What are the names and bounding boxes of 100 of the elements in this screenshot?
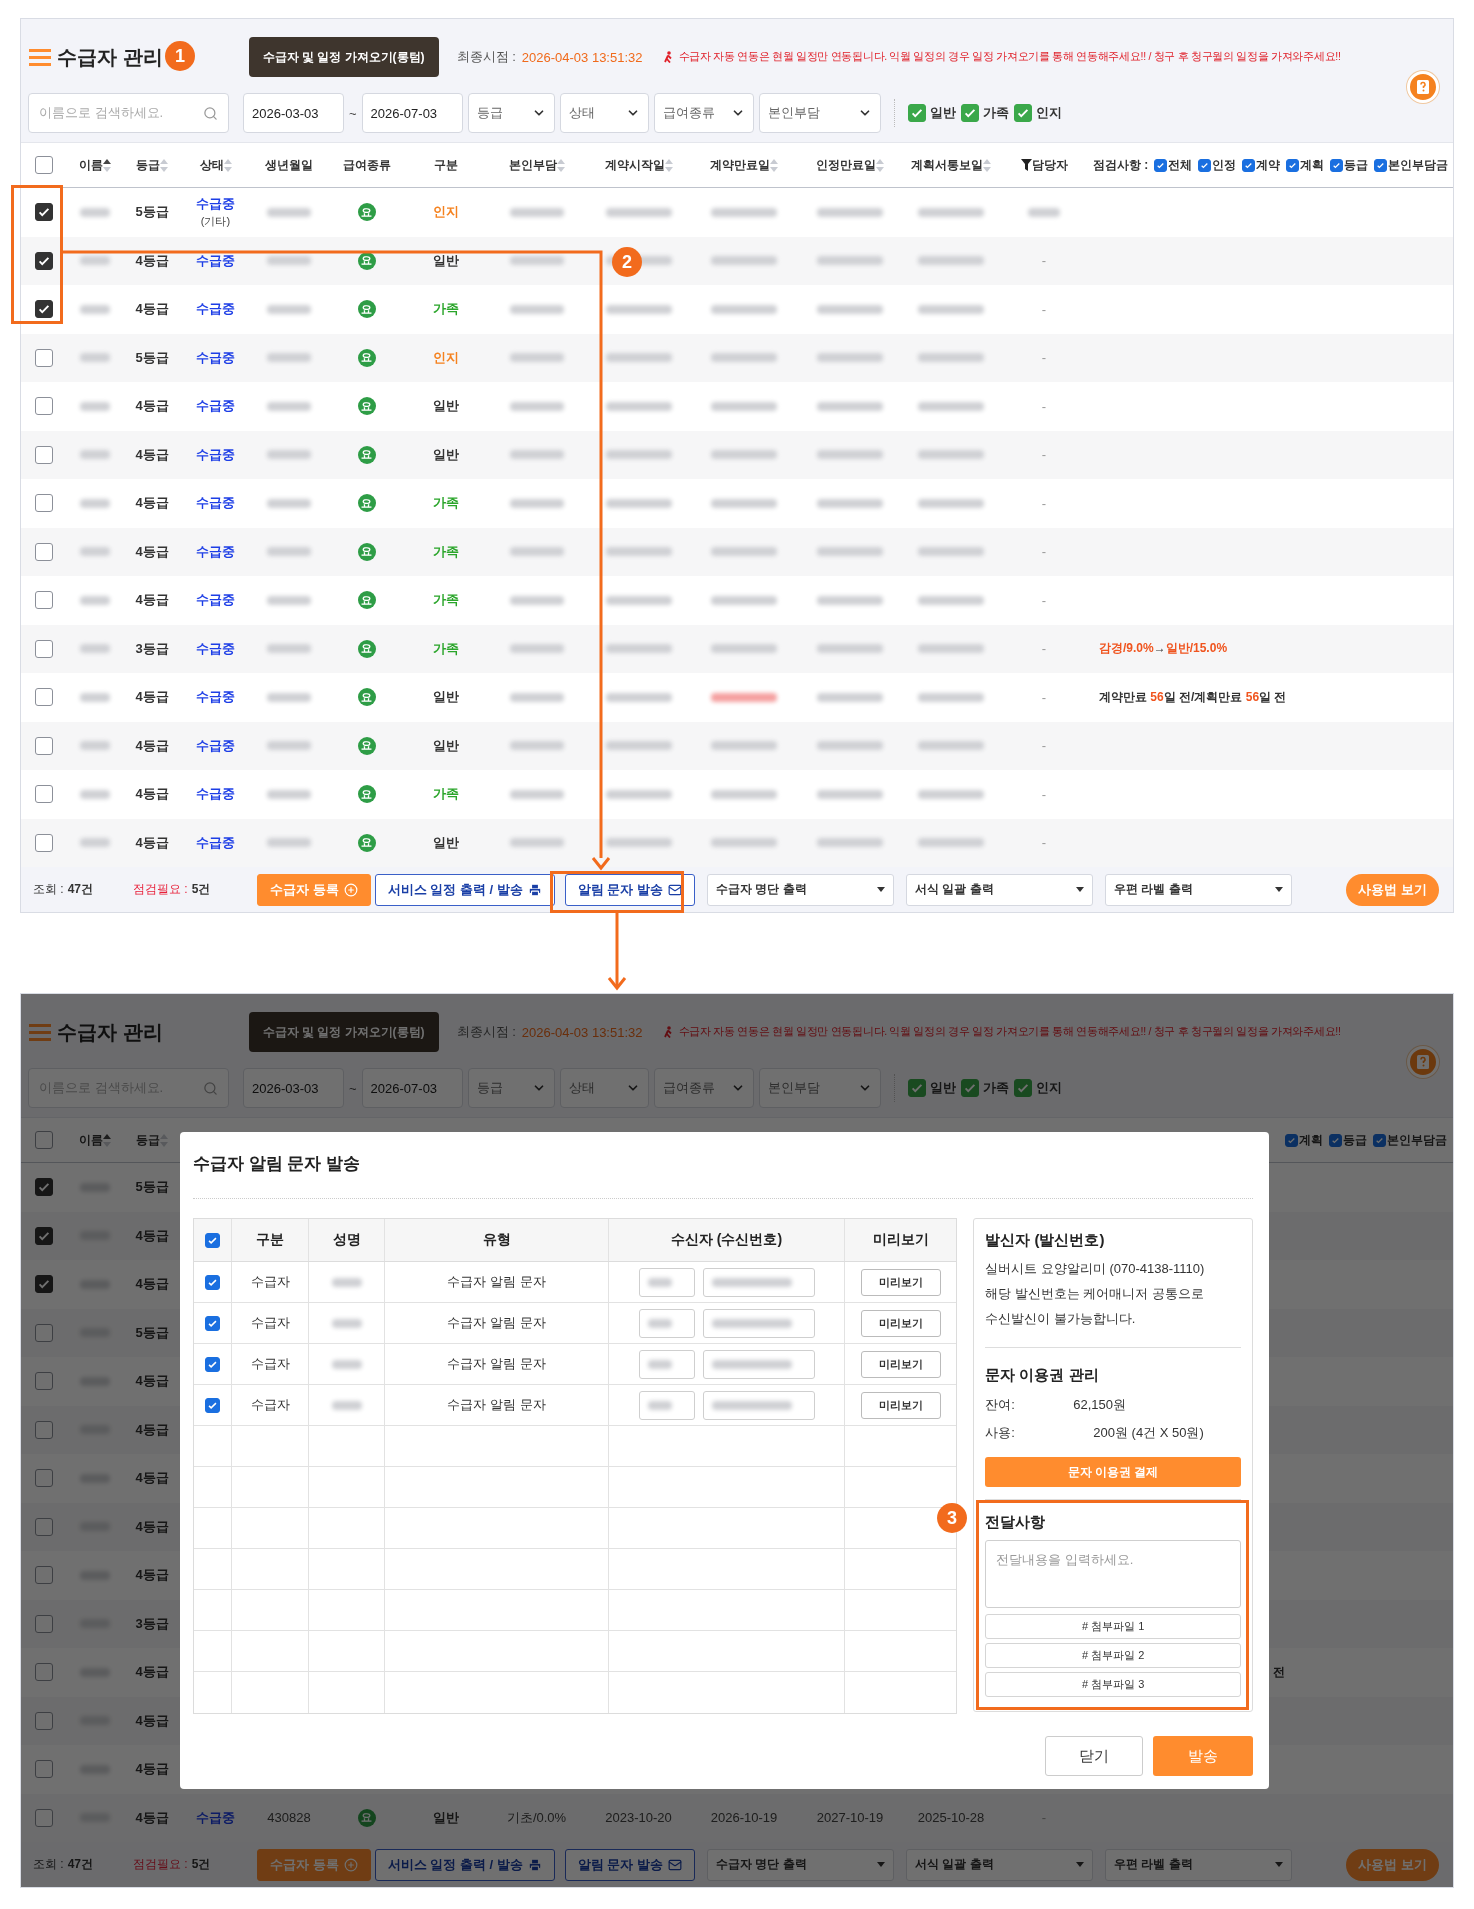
checkbox[interactable] bbox=[35, 591, 53, 610]
checkbox[interactable] bbox=[1198, 158, 1212, 172]
dropdown-field[interactable]: 수급자 명단 출력 bbox=[706, 873, 894, 906]
status-link[interactable]: 수급중 bbox=[196, 639, 235, 658]
checkbox[interactable] bbox=[907, 104, 926, 122]
checkbox[interactable] bbox=[35, 1566, 53, 1585]
status-link[interactable]: 수급중 bbox=[196, 736, 235, 755]
checkbox[interactable] bbox=[35, 688, 53, 707]
checkbox[interactable] bbox=[1373, 1133, 1386, 1147]
recipient-name-field[interactable] bbox=[638, 1349, 695, 1379]
status-link[interactable]: 수급중 bbox=[196, 542, 235, 561]
menu-icon[interactable] bbox=[29, 48, 51, 66]
checkbox[interactable] bbox=[35, 1420, 53, 1439]
checkbox[interactable] bbox=[35, 1711, 53, 1730]
status-link[interactable]: 수급중 bbox=[196, 688, 235, 707]
status-link[interactable]: 수급중 bbox=[196, 445, 235, 464]
filter-toggle[interactable]: 가족 bbox=[960, 1079, 1009, 1097]
attachment-button[interactable]: # 첨부파일 3 bbox=[985, 1672, 1241, 1697]
status-link[interactable]: 수급중 bbox=[196, 785, 235, 804]
checkbox[interactable] bbox=[35, 300, 53, 319]
help-book-icon[interactable] bbox=[1407, 1046, 1439, 1078]
attachment-button[interactable]: # 첨부파일 1 bbox=[985, 1614, 1241, 1639]
check-filter[interactable]: 본인부담금 bbox=[1373, 1131, 1447, 1149]
checkbox[interactable] bbox=[35, 785, 53, 804]
recipient-name-field[interactable] bbox=[638, 1390, 695, 1420]
checkbox[interactable] bbox=[35, 1275, 53, 1294]
filter-toggle[interactable]: 가족 bbox=[960, 104, 1009, 122]
check-filter[interactable]: 본인부담금 bbox=[1374, 156, 1449, 174]
status-link[interactable]: 수급중 bbox=[196, 251, 235, 270]
column-header[interactable]: 인정만료일 bbox=[816, 156, 876, 174]
recipient-name-field[interactable] bbox=[638, 1267, 695, 1297]
column-header[interactable]: 등급 bbox=[136, 156, 160, 174]
checkbox[interactable] bbox=[205, 1397, 220, 1413]
checkbox[interactable] bbox=[1329, 1133, 1342, 1147]
check-filter[interactable]: 인정 bbox=[1198, 156, 1237, 174]
check-filter[interactable]: 계획 bbox=[1286, 156, 1325, 174]
import-button[interactable]: 수급자 및 일정 가져오기(롱텀) bbox=[248, 1012, 439, 1052]
checkbox[interactable] bbox=[35, 1517, 53, 1536]
status-link[interactable]: 수급중 bbox=[196, 300, 235, 319]
column-header[interactable]: 계약만료일 bbox=[710, 156, 770, 174]
check-filter[interactable]: 등급 bbox=[1329, 1131, 1367, 1149]
checkbox[interactable] bbox=[35, 251, 53, 270]
select-field[interactable]: 본인부담 bbox=[758, 93, 881, 133]
column-header[interactable]: 이름 bbox=[79, 1131, 103, 1149]
checkbox[interactable] bbox=[205, 1274, 220, 1290]
date-field[interactable]: 2026-07-03 bbox=[361, 1068, 463, 1108]
checkbox[interactable] bbox=[35, 348, 53, 367]
checkbox[interactable] bbox=[1013, 104, 1032, 122]
column-header[interactable]: 등급 bbox=[136, 1131, 160, 1149]
status-link[interactable]: 수급중 bbox=[196, 397, 235, 416]
status-link[interactable]: 수급중 bbox=[196, 591, 235, 610]
checkbox[interactable] bbox=[1013, 1079, 1032, 1097]
recipient-name-field[interactable] bbox=[638, 1308, 695, 1338]
checkbox[interactable] bbox=[1330, 158, 1344, 172]
help-book-icon[interactable] bbox=[1407, 71, 1439, 103]
checkbox[interactable] bbox=[35, 397, 53, 416]
filter-icon[interactable] bbox=[1020, 159, 1032, 171]
phone-number-field[interactable] bbox=[702, 1308, 815, 1338]
phone-number-field[interactable] bbox=[702, 1390, 815, 1420]
check-filter[interactable]: 전체 bbox=[1154, 156, 1193, 174]
column-header[interactable]: 상태 bbox=[199, 156, 224, 174]
checkbox[interactable] bbox=[35, 1760, 53, 1779]
status-link[interactable]: 수급중 bbox=[196, 833, 235, 852]
dropdown-field[interactable]: 수급자 명단 출력 bbox=[706, 1848, 894, 1881]
status-link[interactable]: 수급중 bbox=[196, 195, 235, 214]
preview-button[interactable]: 미리보기 bbox=[860, 1391, 941, 1419]
checkbox[interactable] bbox=[35, 1663, 53, 1682]
status-link[interactable]: 수급중 bbox=[196, 348, 235, 367]
dropdown-field[interactable]: 서식 일괄 출력 bbox=[905, 1848, 1093, 1881]
sort-icon[interactable] bbox=[103, 158, 111, 172]
checkbox[interactable] bbox=[960, 1079, 979, 1097]
checkbox[interactable] bbox=[35, 1614, 53, 1633]
checkbox[interactable] bbox=[205, 1356, 220, 1372]
checkbox[interactable] bbox=[35, 203, 53, 222]
checkbox[interactable] bbox=[35, 156, 53, 174]
checkbox[interactable] bbox=[35, 1131, 53, 1149]
checkbox[interactable] bbox=[35, 1226, 53, 1245]
attachment-button[interactable]: # 첨부파일 2 bbox=[985, 1643, 1241, 1668]
checkbox[interactable] bbox=[35, 1323, 53, 1342]
filter-toggle[interactable]: 인지 bbox=[1013, 1079, 1062, 1097]
footer-button[interactable]: 서비스 일정 출력 / 발송 bbox=[374, 873, 555, 906]
checkbox[interactable] bbox=[1154, 158, 1168, 172]
date-field[interactable]: 2026-03-03 bbox=[243, 93, 344, 133]
close-button[interactable]: 닫기 bbox=[1045, 1736, 1143, 1776]
preview-button[interactable]: 미리보기 bbox=[860, 1309, 941, 1337]
phone-number-field[interactable] bbox=[702, 1267, 815, 1297]
checkbox[interactable] bbox=[35, 445, 53, 464]
dropdown-field[interactable]: 서식 일괄 출력 bbox=[905, 873, 1093, 906]
checkbox[interactable] bbox=[907, 1079, 926, 1097]
checkbox[interactable] bbox=[35, 494, 53, 513]
checkbox[interactable] bbox=[1286, 158, 1300, 172]
select-field[interactable]: 급여종류 bbox=[653, 93, 754, 133]
preview-button[interactable]: 미리보기 bbox=[860, 1350, 941, 1378]
date-field[interactable]: 2026-07-03 bbox=[361, 93, 463, 133]
filter-toggle[interactable]: 인지 bbox=[1013, 104, 1062, 122]
checkbox[interactable] bbox=[35, 639, 53, 658]
phone-number-field[interactable] bbox=[702, 1349, 815, 1379]
select-field[interactable]: 등급 bbox=[467, 93, 555, 133]
column-header[interactable]: 이름 bbox=[79, 156, 103, 174]
import-button[interactable]: 수급자 및 일정 가져오기(롱텀) bbox=[248, 37, 439, 77]
